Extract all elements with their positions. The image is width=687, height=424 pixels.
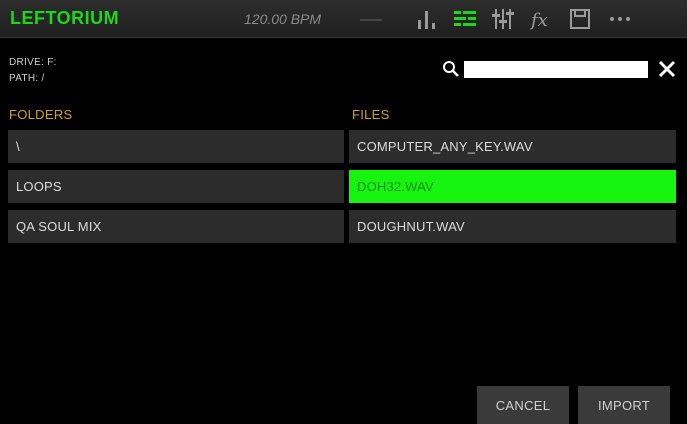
file-browser-screen: LEFTORIUM 120.00 BPM fx DRIVE: F: PATH: … (0, 0, 687, 424)
browser-icon[interactable] (452, 6, 478, 32)
cancel-button[interactable]: CANCEL (477, 386, 569, 424)
top-bar: LEFTORIUM 120.00 BPM fx (0, 0, 687, 38)
files-label: FILES (352, 107, 390, 122)
more-icon[interactable] (604, 6, 636, 32)
bpm-divider (360, 19, 382, 21)
mixer-icon[interactable] (490, 6, 516, 32)
folder-item[interactable]: QA SOUL MIX (8, 210, 344, 243)
app-title: LEFTORIUM (10, 8, 120, 28)
file-item-selected[interactable]: DOH32.WAV (349, 170, 676, 203)
folder-item[interactable]: LOOPS (8, 170, 344, 203)
fx-icon[interactable]: fx (528, 6, 554, 32)
close-icon[interactable] (656, 58, 678, 80)
import-button[interactable]: IMPORT (578, 386, 670, 424)
svg-text:fx: fx (529, 10, 548, 31)
levels-icon[interactable] (414, 6, 440, 32)
path-label: PATH: / (9, 73, 45, 84)
file-item[interactable]: COMPUTER_ANY_KEY.WAV (349, 130, 676, 163)
folder-item[interactable]: \ (8, 130, 344, 163)
file-item[interactable]: DOUGHNUT.WAV (349, 210, 676, 243)
bpm-display[interactable]: 120.00 BPM (244, 11, 321, 27)
search-input[interactable] (464, 61, 648, 78)
search-icon[interactable] (442, 60, 460, 78)
save-icon[interactable] (567, 6, 593, 32)
folders-label: FOLDERS (9, 107, 73, 122)
drive-label: DRIVE: F: (9, 57, 57, 68)
